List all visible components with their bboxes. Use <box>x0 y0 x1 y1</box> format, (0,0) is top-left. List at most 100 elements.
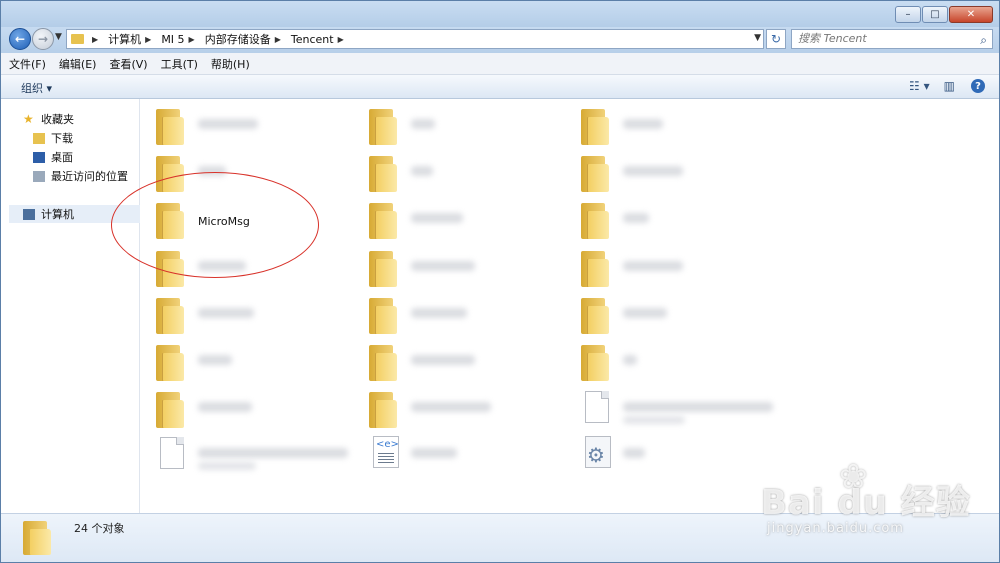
file-item[interactable]: <e> <box>369 432 569 476</box>
folder-icon <box>369 203 397 239</box>
redacted-label <box>198 166 226 176</box>
folder-item[interactable] <box>581 197 781 241</box>
folder-item[interactable] <box>156 245 356 289</box>
sidebar-item-desktop[interactable]: 桌面 <box>33 149 73 165</box>
maximize-button[interactable]: □ <box>922 6 948 23</box>
item-count: 24 个对象 <box>74 522 125 535</box>
forward-button[interactable]: → <box>32 28 54 50</box>
folder-icon <box>156 392 184 428</box>
folder-icon <box>581 203 609 239</box>
folder-item[interactable] <box>156 386 356 430</box>
breadcrumb-root-arrow[interactable]: ▶ <box>88 35 104 44</box>
minimize-button[interactable]: – <box>895 6 921 23</box>
redacted-label <box>198 355 232 365</box>
folder-icon <box>156 156 184 192</box>
folder-item[interactable] <box>581 292 781 336</box>
html-document-icon: <e> <box>373 436 399 468</box>
organize-button[interactable]: 组织 ▾ <box>21 80 52 96</box>
folder-item[interactable] <box>369 245 569 289</box>
search-placeholder: 搜索 Tencent <box>798 32 867 45</box>
folder-item[interactable] <box>369 339 569 383</box>
folder-icon <box>369 298 397 334</box>
redacted-label <box>198 402 252 412</box>
file-item[interactable] <box>156 432 356 476</box>
breadcrumb-item[interactable]: Tencent ▶ <box>291 33 350 46</box>
folder-icon <box>581 345 609 381</box>
menu-tools[interactable]: 工具(T) <box>161 56 198 72</box>
recent-places-icon <box>33 170 45 182</box>
folder-item[interactable] <box>156 292 356 336</box>
redacted-label <box>623 416 685 424</box>
sidebar-item-label: 计算机 <box>41 208 74 221</box>
sidebar-item-downloads[interactable]: 下载 <box>33 130 73 146</box>
menu-edit[interactable]: 编辑(E) <box>59 56 97 72</box>
recent-pages-dropdown-icon[interactable]: ▼ <box>55 32 62 42</box>
window-controls: – □ ✕ <box>894 6 993 23</box>
address-dropdown-icon[interactable]: ▼ <box>754 33 761 43</box>
back-button[interactable]: ← <box>9 28 31 50</box>
redacted-label <box>411 355 475 365</box>
folder-icon <box>156 109 184 145</box>
breadcrumb-label: MI 5 <box>161 32 185 46</box>
menu-file[interactable]: 文件(F) <box>9 56 46 72</box>
chevron-right-icon: ▶ <box>145 34 152 44</box>
navigation-bar: ← → ▼ ▶ 计算机 ▶ MI 5 ▶ 内部存储设备 ▶ Tencent ▶ ▼ ↻ … <box>1 27 999 53</box>
folder-item[interactable] <box>369 103 569 147</box>
folder-item[interactable] <box>369 292 569 336</box>
menu-bar: 文件(F) 编辑(E) 查看(V) 工具(T) 帮助(H) <box>1 53 999 75</box>
search-input[interactable]: 搜索 Tencent ⌕ <box>791 29 993 49</box>
folder-item[interactable] <box>581 103 781 147</box>
toolbar-right: ☷ ▾ ▥ ? <box>895 79 985 93</box>
breadcrumb-item[interactable]: MI 5 ▶ <box>161 33 200 46</box>
file-list: MicroMsg <e> ⚙ <box>111 99 999 513</box>
redacted-label <box>198 308 254 318</box>
title-bar: – □ ✕ <box>1 1 999 27</box>
help-icon[interactable]: ? <box>971 79 985 93</box>
menu-help[interactable]: 帮助(H) <box>211 56 250 72</box>
folder-item[interactable] <box>156 150 356 194</box>
folder-icon <box>581 156 609 192</box>
folder-icon <box>156 203 184 239</box>
document-icon <box>160 437 184 469</box>
command-bar: 组织 ▾ ☷ ▾ ▥ ? <box>1 75 999 99</box>
redacted-label <box>623 213 649 223</box>
file-item[interactable] <box>581 386 781 430</box>
chevron-right-icon: ▶ <box>274 34 281 44</box>
folder-item[interactable] <box>156 103 356 147</box>
folder-icon <box>581 109 609 145</box>
folder-item[interactable] <box>581 339 781 383</box>
folder-item[interactable] <box>156 339 356 383</box>
folder-icon <box>156 298 184 334</box>
change-view-icon[interactable]: ☷ ▾ <box>909 79 930 93</box>
address-bar[interactable]: ▶ 计算机 ▶ MI 5 ▶ 内部存储设备 ▶ Tencent ▶ ▼ <box>66 29 764 49</box>
config-file-icon: ⚙ <box>585 436 611 468</box>
folder-icon <box>369 156 397 192</box>
sidebar-item-computer[interactable]: 计算机 <box>9 205 140 223</box>
folder-item[interactable] <box>369 150 569 194</box>
search-icon[interactable]: ⌕ <box>980 31 987 49</box>
folder-item-micromsg[interactable]: MicroMsg <box>156 197 356 241</box>
folder-item[interactable] <box>581 245 781 289</box>
sidebar-item-recent[interactable]: 最近访问的位置 <box>33 168 128 184</box>
redacted-label <box>198 462 256 470</box>
folder-icon <box>581 298 609 334</box>
file-item[interactable]: ⚙ <box>581 432 781 476</box>
close-button[interactable]: ✕ <box>949 6 993 23</box>
breadcrumb-item[interactable]: 计算机 ▶ <box>108 31 157 47</box>
folder-item[interactable] <box>369 197 569 241</box>
redacted-label <box>198 448 348 458</box>
menu-view[interactable]: 查看(V) <box>109 56 147 72</box>
preview-pane-icon[interactable]: ▥ <box>944 79 955 93</box>
folder-icon <box>581 251 609 287</box>
redacted-label <box>623 402 773 412</box>
sidebar-item-favorites[interactable]: ★ 收藏夹 <box>23 111 74 127</box>
folder-icon <box>71 34 84 44</box>
folder-item[interactable] <box>369 386 569 430</box>
folder-item[interactable] <box>581 150 781 194</box>
details-pane: 24 个对象 <box>1 513 999 562</box>
folder-icon <box>369 251 397 287</box>
redacted-label <box>411 119 435 129</box>
redacted-label <box>411 166 433 176</box>
refresh-button[interactable]: ↻ <box>766 29 786 49</box>
breadcrumb-item[interactable]: 内部存储设备 ▶ <box>205 31 287 47</box>
